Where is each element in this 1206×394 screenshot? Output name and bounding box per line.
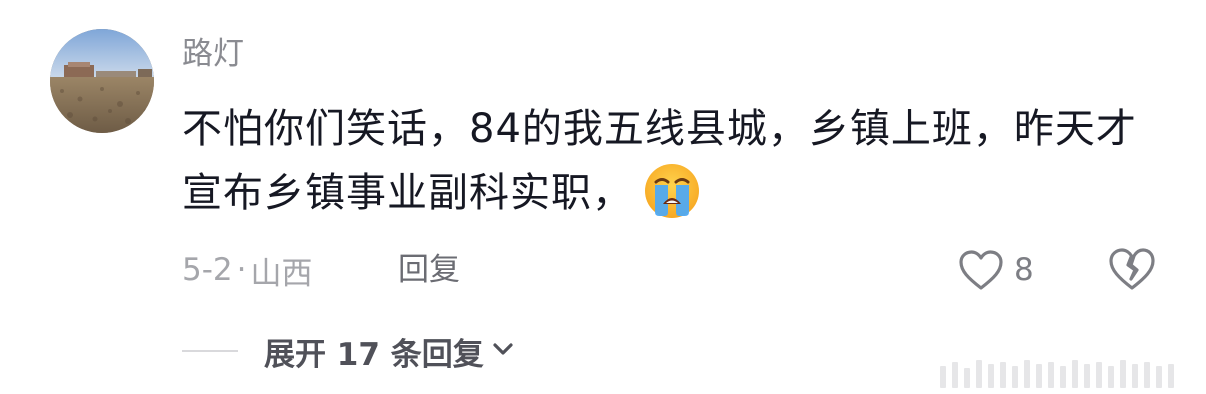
comment-location: 山西 <box>250 255 313 292</box>
expand-replies-button[interactable]: 展开 17 条回复 <box>182 328 516 374</box>
avatar-image <box>50 29 154 133</box>
comment-item: 路灯 不怕你们笑话，84的我五线县城，乡镇上班，昨天才宣布乡镇事业副科实职， 5… <box>0 0 1206 394</box>
like-button[interactable]: 8 <box>958 246 1034 294</box>
watermark-bars <box>940 358 1180 388</box>
chevron-down-icon <box>490 339 516 363</box>
expand-replies-label: 展开 17 条回复 <box>264 336 484 373</box>
heart-icon <box>959 250 1003 290</box>
comment-meta: 5-2 · 山西 <box>182 248 313 292</box>
meta-separator: · <box>236 252 247 288</box>
comment-date: 5-2 <box>182 252 233 288</box>
like-count: 8 <box>1014 252 1034 288</box>
avatar[interactable] <box>50 29 154 133</box>
comment-text: 不怕你们笑话，84的我五线县城，乡镇上班，昨天才宣布乡镇事业副科实职， <box>182 97 1142 225</box>
loudly-crying-face-icon <box>643 162 701 220</box>
expand-divider <box>182 350 238 352</box>
dislike-button[interactable] <box>1108 246 1156 294</box>
broken-heart-icon <box>1109 248 1155 290</box>
reply-button[interactable]: 回复 <box>398 248 460 292</box>
username[interactable]: 路灯 <box>182 32 244 76</box>
